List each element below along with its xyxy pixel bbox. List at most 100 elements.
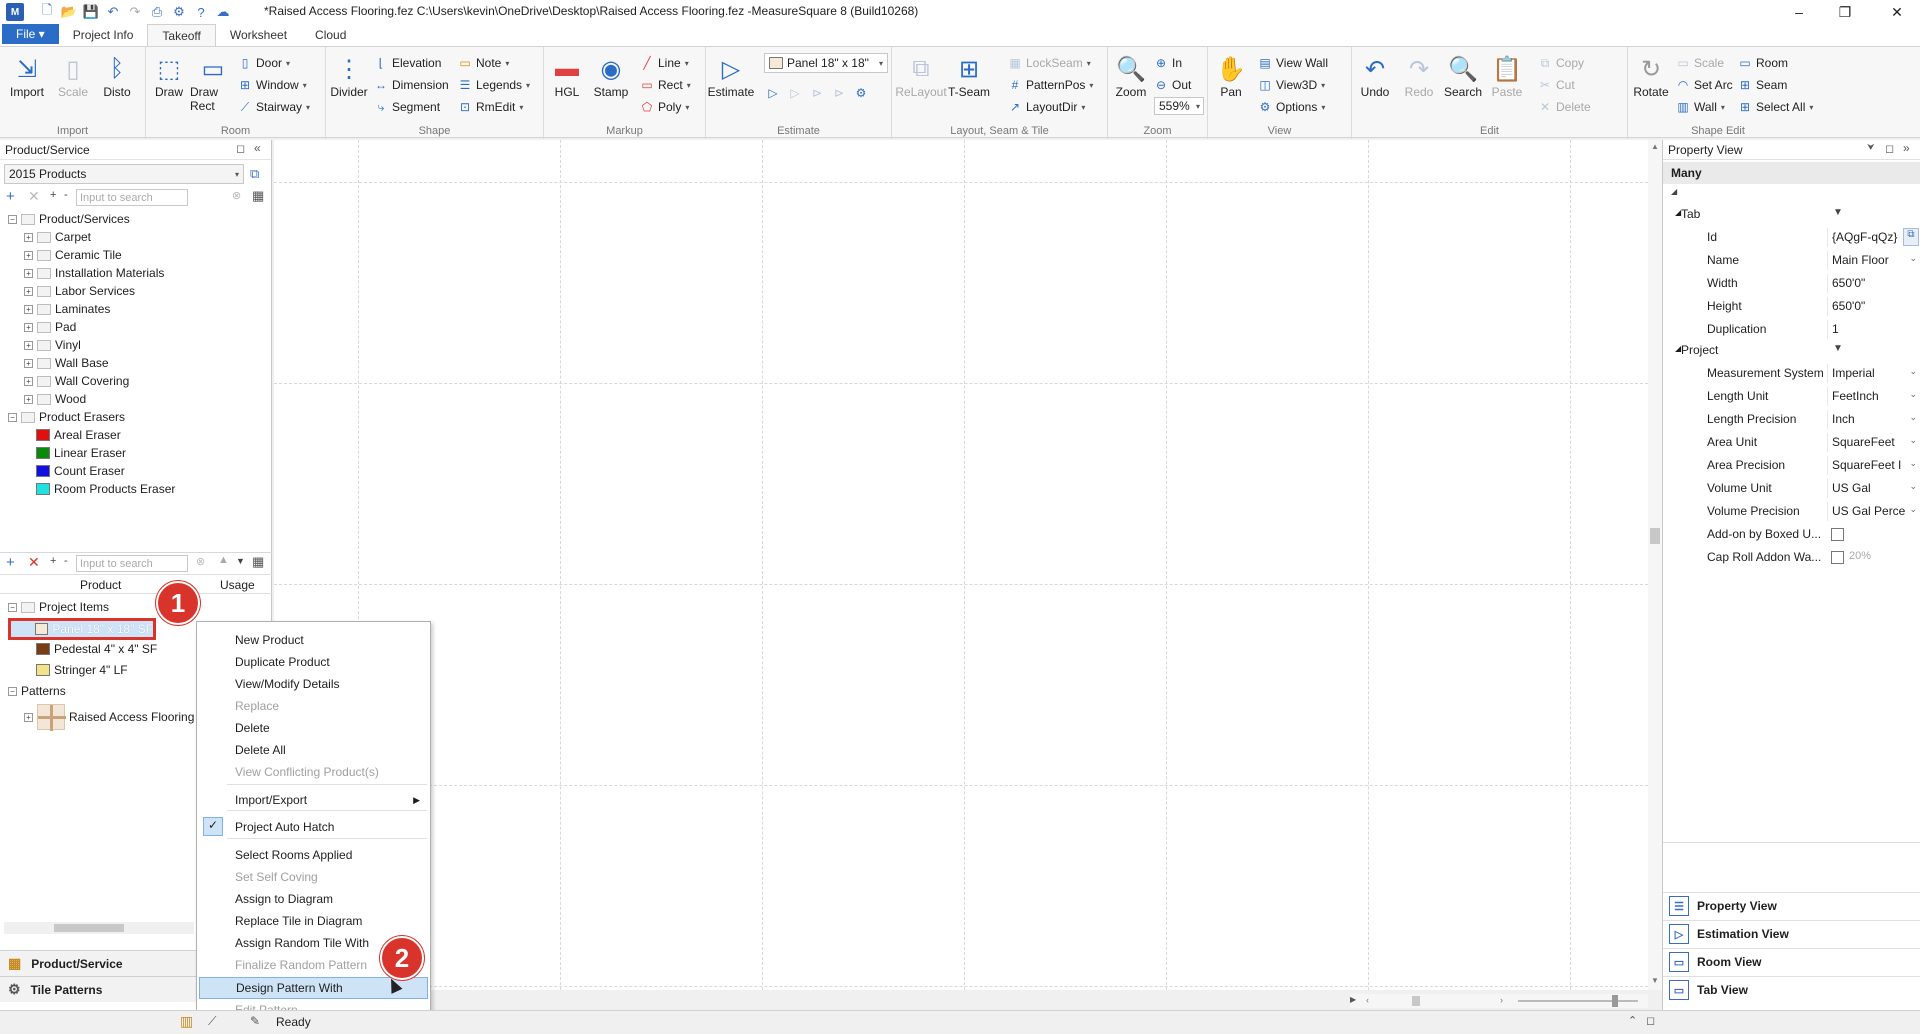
- property-value[interactable]: 650'0": [1827, 297, 1920, 316]
- relayout-button[interactable]: ⧉ ReLayout: [895, 53, 946, 99]
- collapse-panels-icon[interactable]: ⌃: [1628, 1014, 1637, 1027]
- grid-view-icon[interactable]: ▦: [252, 188, 264, 204]
- tab-file[interactable]: File ▾: [2, 24, 59, 44]
- rotate-button[interactable]: ↻ Rotate: [1628, 53, 1674, 100]
- menu-item-replace-tile-in-diagram[interactable]: Replace Tile in Diagram: [199, 910, 428, 932]
- eraser-item[interactable]: Count Eraser: [36, 462, 125, 480]
- search-button[interactable]: 🔍 Search: [1440, 53, 1486, 100]
- filter-icon[interactable]: ▼: [1833, 207, 1843, 218]
- expand-icon[interactable]: +: [24, 304, 33, 314]
- expand-panel-icon[interactable]: »: [1903, 141, 1910, 155]
- rect-button[interactable]: ▭ Rect ▾: [640, 75, 690, 95]
- chevron-down-icon[interactable]: ⌄: [1909, 412, 1917, 423]
- horizontal-scrollbar[interactable]: [4, 922, 194, 934]
- tab-worksheet[interactable]: Worksheet: [216, 24, 301, 46]
- eraser-item[interactable]: Linear Eraser: [36, 444, 126, 462]
- line-button[interactable]: ╱ Line ▾: [640, 53, 688, 73]
- status-pattern-icon[interactable]: ▥: [180, 1013, 193, 1030]
- poly-button[interactable]: ⬠ Poly ▾: [640, 97, 690, 117]
- project-item-stringer[interactable]: Stringer 4" LF: [36, 661, 128, 679]
- tree-node[interactable]: + Labor Services: [24, 282, 135, 300]
- undo-icon[interactable]: ↶: [104, 3, 122, 21]
- select-all-button[interactable]: ⊞ Select All ▾: [1738, 97, 1813, 117]
- t-seam-button[interactable]: ⊞ T-Seam: [946, 53, 992, 100]
- remove-icon[interactable]: ✕: [28, 188, 40, 205]
- project-search-input[interactable]: Input to search: [76, 555, 188, 572]
- tree-node[interactable]: + Laminates: [24, 300, 110, 318]
- door-button[interactable]: ▯ Door ▾: [238, 53, 290, 73]
- expand-icon[interactable]: +: [24, 286, 33, 296]
- pan-button[interactable]: ✋ Pan: [1208, 53, 1254, 100]
- property-value[interactable]: US Gal Perce: [1827, 502, 1920, 521]
- collapse-items-icon[interactable]: -: [64, 555, 68, 567]
- view-wall-button[interactable]: ▤ View Wall: [1258, 53, 1328, 73]
- pattern-item[interactable]: + Raised Access Flooring: [24, 704, 194, 731]
- delete-button[interactable]: ✕ Delete: [1538, 97, 1591, 117]
- menu-item-assign-to-diagram[interactable]: Assign to Diagram: [199, 888, 428, 910]
- chevron-down-icon[interactable]: ⌄: [1909, 458, 1917, 469]
- print-icon[interactable]: ⎙: [148, 3, 166, 21]
- stamp-button[interactable]: ◉ Stamp: [588, 53, 634, 100]
- eraser-item[interactable]: Areal Eraser: [36, 426, 121, 444]
- add-project-item-icon[interactable]: +: [6, 554, 15, 571]
- collapse-icon[interactable]: −: [8, 412, 17, 422]
- status-tool-icon[interactable]: ⟋: [208, 1014, 216, 1029]
- filter-icon[interactable]: ▼: [1833, 343, 1843, 354]
- sort-icon[interactable]: ◢: [1671, 187, 1677, 196]
- property-value[interactable]: Imperial: [1827, 364, 1920, 383]
- search-clear-icon[interactable]: ⊗: [232, 189, 241, 202]
- stairway-button[interactable]: ⟋ Stairway ▾: [238, 97, 310, 117]
- save-icon[interactable]: 💾: [82, 3, 100, 21]
- property-checkbox[interactable]: [1831, 551, 1844, 564]
- expand-icon[interactable]: +: [24, 250, 33, 260]
- scale-button[interactable]: ▯ Scale: [50, 53, 96, 100]
- chevron-down-icon[interactable]: ⌄: [1909, 504, 1917, 515]
- tree-node[interactable]: + Ceramic Tile: [24, 246, 122, 264]
- project-grid-icon[interactable]: ▦: [252, 554, 264, 570]
- menu-item-view-modify-details[interactable]: View/Modify Details: [199, 673, 428, 695]
- dropdown-icon[interactable]: ▼: [236, 556, 245, 566]
- undo-button[interactable]: ↶ Undo: [1352, 53, 1398, 100]
- collapse-icon[interactable]: −: [8, 602, 17, 612]
- add-icon[interactable]: +: [6, 188, 15, 205]
- column-product[interactable]: Product: [80, 578, 121, 592]
- divider-button[interactable]: ⋮ Divider: [326, 53, 372, 100]
- collapse-icon[interactable]: −: [8, 214, 17, 224]
- estimate-button[interactable]: ▷ Estimate: [708, 53, 755, 100]
- menu-item-import-export[interactable]: Import/Export ▶: [199, 789, 428, 811]
- collapse-icon[interactable]: −: [8, 686, 17, 696]
- wall-button[interactable]: ▥ Wall ▾: [1676, 97, 1725, 117]
- draw-rect-button[interactable]: ▭ Draw Rect: [190, 53, 236, 114]
- chevron-down-icon[interactable]: ⌄: [1909, 389, 1917, 400]
- property-checkbox[interactable]: [1831, 528, 1844, 541]
- legends-button[interactable]: ☰ Legends ▾: [458, 75, 530, 95]
- property-value[interactable]: 1: [1827, 320, 1920, 339]
- status-edit-icon[interactable]: ✎: [250, 1014, 260, 1028]
- project-item-panel[interactable]: Panel 18" x 18" SF: [8, 618, 156, 640]
- open-folder-icon[interactable]: 📂: [60, 3, 78, 21]
- view3d-button[interactable]: ◫ View3D ▾: [1258, 75, 1325, 95]
- expand-icon[interactable]: +: [24, 268, 33, 278]
- paste-button[interactable]: 📋 Paste: [1484, 53, 1530, 100]
- zoom-button[interactable]: 🔍 Zoom: [1108, 53, 1154, 100]
- canvas-vertical-scroll[interactable]: ▲ ▼: [1648, 140, 1662, 990]
- room-select-button[interactable]: ▭ Room: [1738, 53, 1788, 73]
- zoom-in-button[interactable]: ⊕ In: [1154, 53, 1182, 73]
- catalog-manage-icon[interactable]: ⧉: [250, 166, 259, 182]
- property-value[interactable]: Inch: [1827, 410, 1920, 429]
- tree-node[interactable]: − Product/Services: [8, 210, 130, 228]
- cut-button[interactable]: ✂ Cut: [1538, 75, 1575, 95]
- app-logo[interactable]: M: [6, 3, 24, 21]
- elevation-button[interactable]: ⌊ Elevation: [374, 53, 442, 73]
- menu-item-new-product[interactable]: New Product: [199, 629, 428, 651]
- expand-icon[interactable]: +: [24, 322, 33, 332]
- product-search-input[interactable]: Input to search: [76, 189, 188, 206]
- cloud-icon[interactable]: ☁: [214, 3, 232, 21]
- disto-button[interactable]: ᛒ Disto: [94, 53, 140, 99]
- zoom-level-select[interactable]: 559% ▾: [1154, 97, 1204, 115]
- project-search-clear-icon[interactable]: ⊗: [196, 555, 205, 568]
- chevron-down-icon[interactable]: ⌄: [1909, 481, 1917, 492]
- menu-item-select-rooms-applied[interactable]: Select Rooms Applied: [199, 844, 428, 866]
- redo-icon[interactable]: ↷: [126, 3, 144, 21]
- project-items-node[interactable]: − Project Items: [8, 598, 109, 616]
